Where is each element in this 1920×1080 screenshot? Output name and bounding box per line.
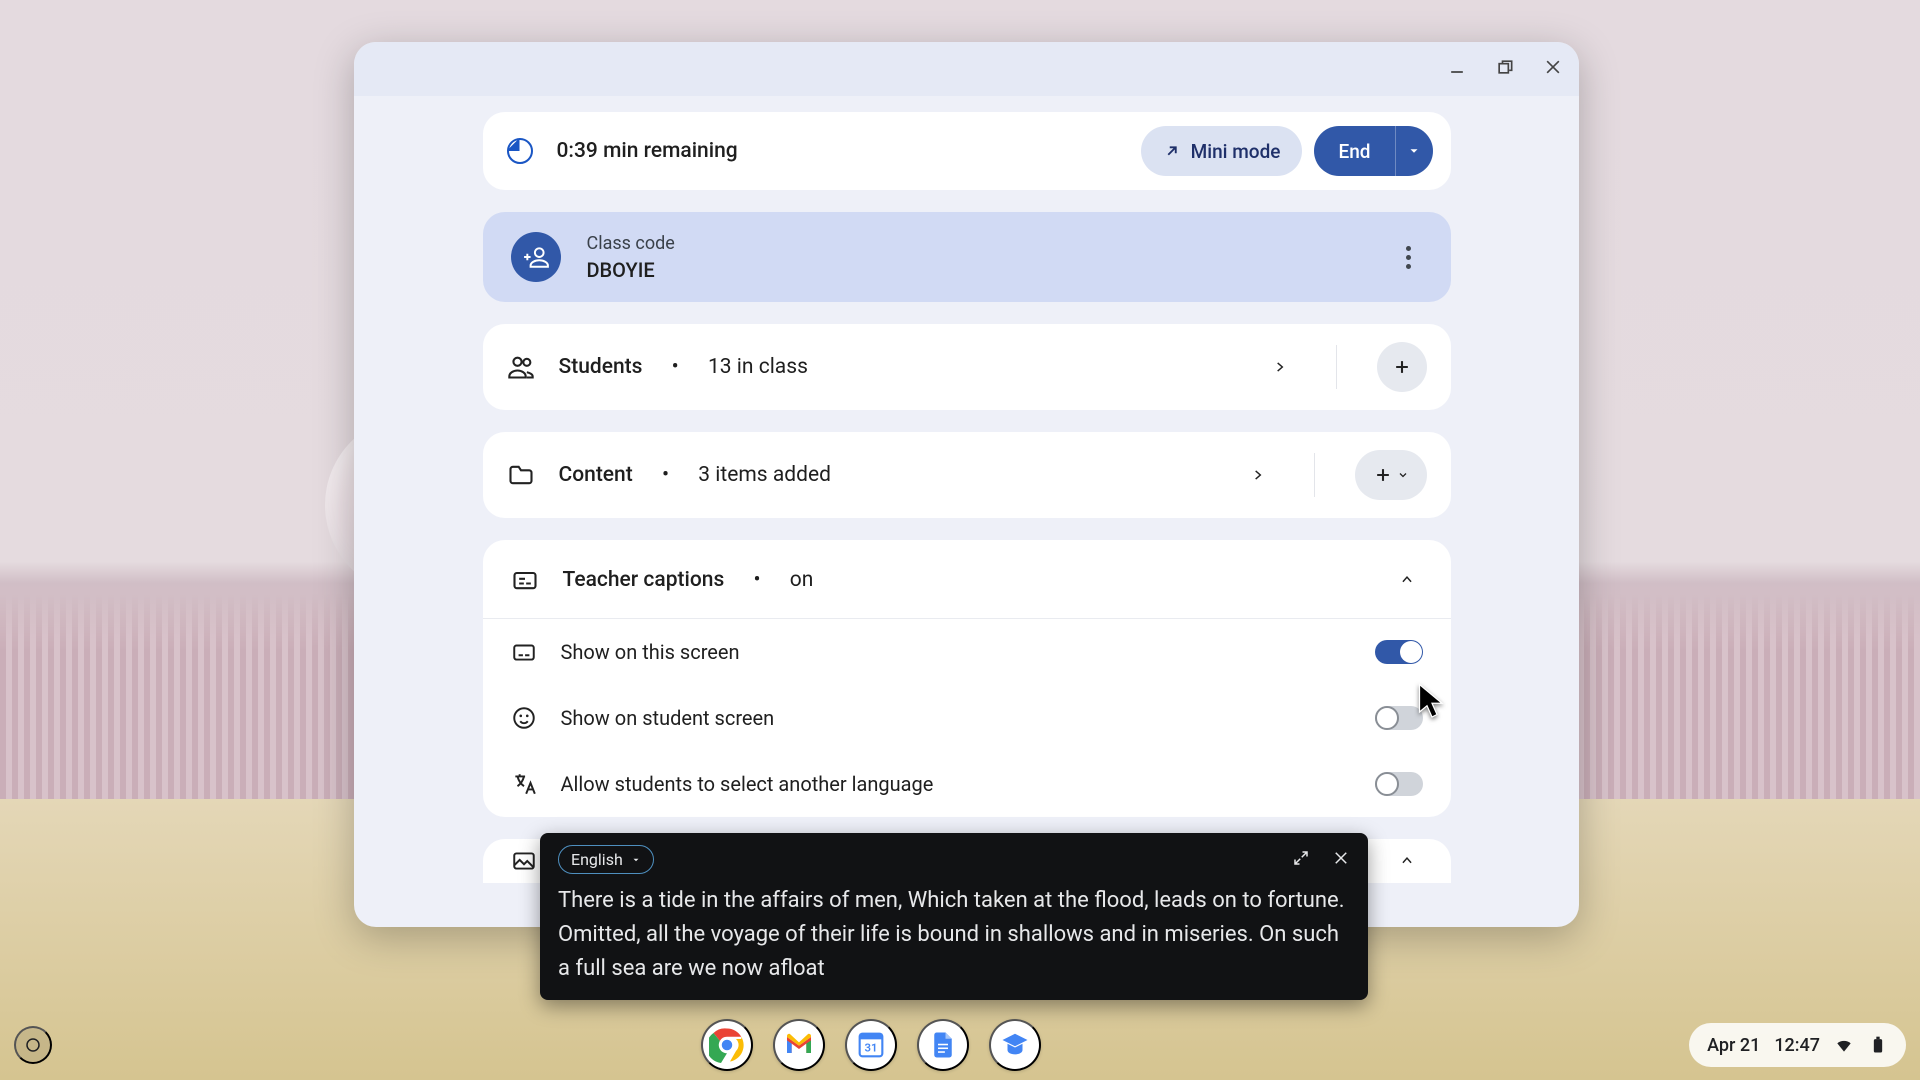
students-expand-button[interactable] [1264, 351, 1296, 383]
teacher-captions-header[interactable]: Teacher captions • on [483, 540, 1451, 618]
classroom-app-icon[interactable] [989, 1019, 1041, 1071]
content-title: Content [559, 463, 633, 487]
show-on-this-screen-row: Show on this screen [483, 619, 1451, 685]
tray-time: 12:47 [1774, 1035, 1820, 1056]
class-code-value: DBOYIE [587, 258, 675, 282]
docs-app-icon[interactable] [917, 1019, 969, 1071]
captions-icon [511, 639, 537, 665]
caption-close-icon[interactable] [1332, 849, 1350, 871]
minimize-icon[interactable] [1447, 57, 1467, 81]
mini-mode-label: Mini mode [1191, 140, 1281, 163]
translate-icon [511, 771, 537, 797]
arrow-up-right-icon [1163, 142, 1181, 160]
window-titlebar [354, 42, 1579, 96]
show-on-student-screen-toggle[interactable] [1375, 706, 1423, 730]
teacher-captions-title: Teacher captions [563, 568, 725, 592]
bottom-collapse-button[interactable] [1391, 845, 1423, 877]
end-dropdown-button[interactable] [1395, 126, 1433, 176]
teacher-captions-card: Teacher captions • on Show on this scree… [483, 540, 1451, 817]
timer-icon [507, 138, 533, 164]
caption-language-button[interactable]: English [558, 845, 654, 874]
caret-down-icon [631, 855, 641, 865]
show-on-student-screen-label: Show on student screen [561, 706, 775, 730]
restore-icon[interactable] [1495, 57, 1515, 81]
launcher-circle-icon [24, 1036, 42, 1054]
person-add-icon [511, 232, 561, 282]
caret-down-icon [1397, 469, 1409, 481]
svg-text:31: 31 [864, 1040, 877, 1054]
caption-expand-icon[interactable] [1292, 849, 1310, 871]
teacher-captions-collapse-button[interactable] [1391, 564, 1423, 596]
show-on-student-screen-row: Show on student screen [483, 685, 1451, 751]
time-remaining-text: 0:39 min remaining [557, 139, 738, 163]
show-on-this-screen-label: Show on this screen [561, 640, 740, 664]
chrome-app-icon[interactable] [701, 1019, 753, 1071]
end-button[interactable]: End [1314, 126, 1394, 176]
wifi-icon [1834, 1035, 1854, 1055]
time-remaining-group: 0:39 min remaining [507, 138, 738, 164]
allow-language-row: Allow students to select another languag… [483, 751, 1451, 817]
mini-mode-button[interactable]: Mini mode [1141, 126, 1303, 176]
session-toolbar: 0:39 min remaining Mini mode End [483, 112, 1451, 190]
gmail-app-icon[interactable] [773, 1019, 825, 1071]
student-face-icon [511, 705, 537, 731]
caption-text: There is a tide in the affairs of men, W… [558, 884, 1350, 986]
content-expand-button[interactable] [1242, 459, 1274, 491]
class-code-more-button[interactable] [1389, 235, 1429, 279]
launcher-button[interactable] [14, 1026, 52, 1064]
students-add-button[interactable] [1377, 342, 1427, 392]
content-subtitle: 3 items added [698, 463, 831, 487]
calendar-app-icon[interactable]: 31 [845, 1019, 897, 1071]
folder-icon [507, 461, 535, 489]
tray-date: Apr 21 [1707, 1035, 1760, 1056]
image-icon [511, 848, 537, 874]
content-add-button[interactable] [1355, 450, 1427, 500]
caret-down-icon [1407, 144, 1421, 158]
students-subtitle: 13 in class [708, 355, 808, 379]
battery-icon [1868, 1035, 1888, 1055]
allow-language-label: Allow students to select another languag… [561, 772, 934, 796]
students-title: Students [559, 355, 643, 379]
window-content: 0:39 min remaining Mini mode End [354, 96, 1579, 927]
teacher-captions-state: on [790, 568, 814, 592]
students-row[interactable]: Students • 13 in class [483, 324, 1451, 410]
people-icon [507, 353, 535, 381]
class-tools-window: 0:39 min remaining Mini mode End [354, 42, 1579, 927]
class-code-card: Class code DBOYIE [483, 212, 1451, 302]
allow-language-toggle[interactable] [1375, 772, 1423, 796]
status-tray[interactable]: Apr 21 12:47 [1689, 1023, 1906, 1067]
caption-language-label: English [571, 850, 623, 869]
captions-icon [511, 566, 539, 594]
live-caption-overlay: English There is a tide in the affairs o… [540, 833, 1368, 1000]
shelf-apps: 31 [701, 1019, 1041, 1071]
chromeos-shelf: 31 Apr 21 12:47 [0, 1010, 1920, 1080]
close-icon[interactable] [1543, 57, 1563, 81]
content-row[interactable]: Content • 3 items added [483, 432, 1451, 518]
class-code-label: Class code [587, 233, 675, 254]
show-on-this-screen-toggle[interactable] [1375, 640, 1423, 664]
